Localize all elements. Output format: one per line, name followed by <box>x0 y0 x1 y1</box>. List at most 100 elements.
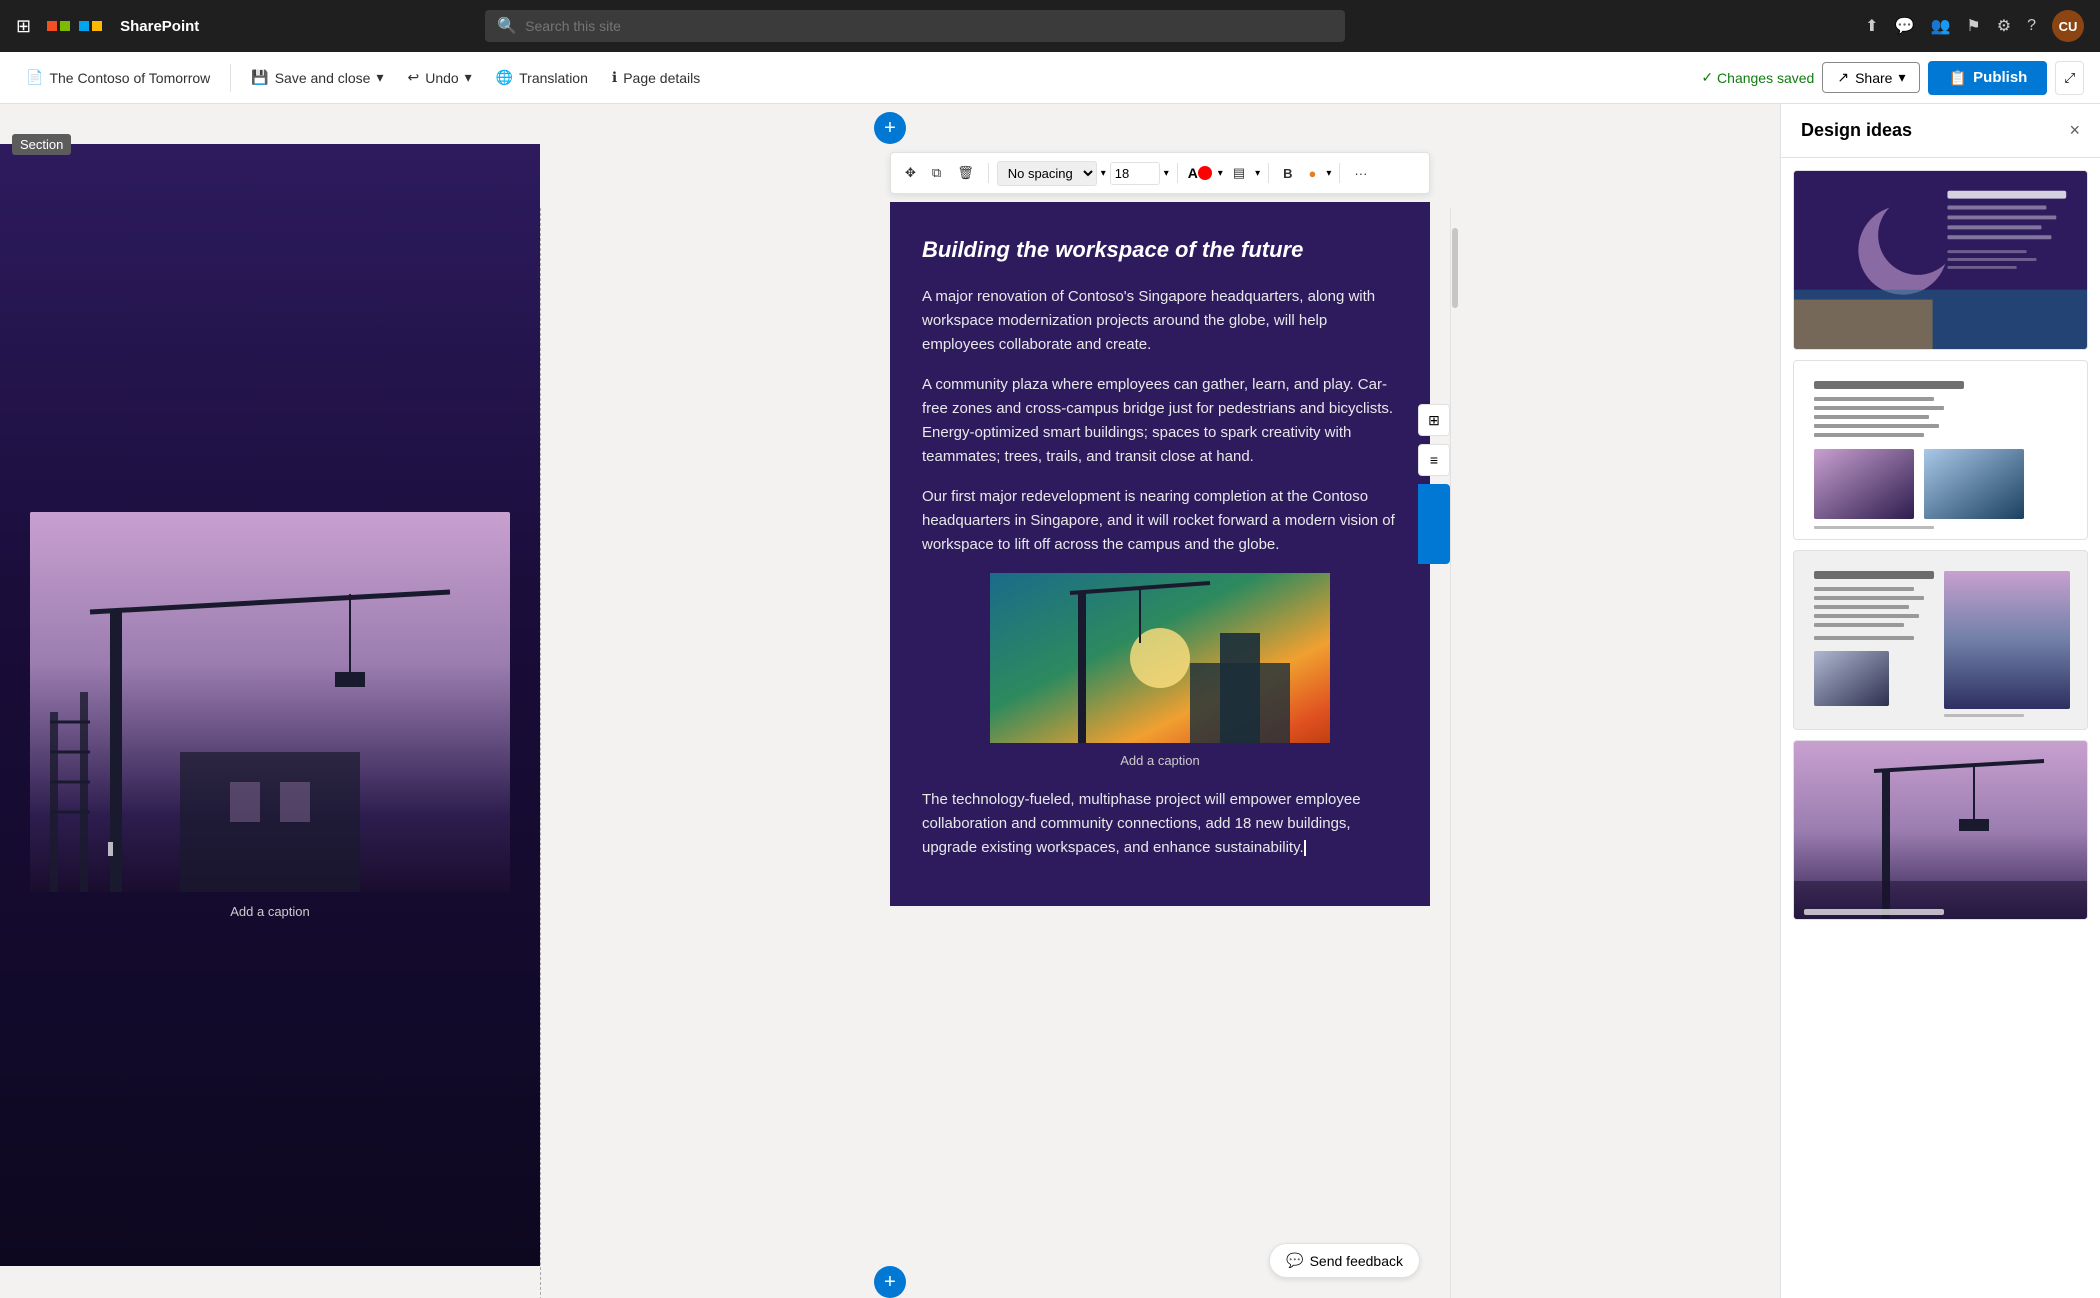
format-sep-4 <box>1339 163 1340 183</box>
size-dropdown-icon: ▾ <box>1164 168 1169 179</box>
search-icon: 🔍 <box>497 16 517 36</box>
editor-para-1: A major renovation of Contoso's Singapor… <box>922 285 1398 357</box>
left-image-caption[interactable]: Add a caption <box>230 904 310 919</box>
scroll-thumb[interactable] <box>1452 228 1458 308</box>
section-label: Section <box>12 134 71 155</box>
text-editor-wrapper: ✥ ⧉ 🗑 No spacing ▾ ▾ A ▾ <box>540 144 1780 1266</box>
page-details-button[interactable]: ℹ Page details <box>602 63 710 92</box>
design-ideas-tab[interactable] <box>1418 484 1450 564</box>
construction-image <box>30 512 510 892</box>
move-tool-button[interactable]: ✥ <box>899 161 922 185</box>
chat-icon[interactable]: 💬 <box>1895 16 1915 36</box>
send-feedback-button[interactable]: 💬 Send feedback <box>1269 1243 1420 1278</box>
page-icon: 📄 <box>26 69 43 86</box>
top-navigation: ⊞ SharePoint 🔍 ⬆ 💬 👥 ⚑ ⚙ ? CU <box>0 0 2100 52</box>
search-input[interactable] <box>525 18 1333 34</box>
scroll-track[interactable] <box>1450 208 1458 1298</box>
search-bar[interactable]: 🔍 <box>485 10 1345 42</box>
save-close-button[interactable]: 💾 Save and close ▾ <box>241 63 393 92</box>
inner-image-caption[interactable]: Add a caption <box>1120 751 1200 772</box>
font-color-A: A <box>1188 165 1198 181</box>
info-icon: ℹ <box>612 69 617 86</box>
publish-icon: 📋 <box>1948 69 1967 87</box>
people-icon[interactable]: 👥 <box>1930 16 1950 36</box>
font-size-input[interactable] <box>1110 162 1160 185</box>
canvas-area: Section + <box>0 104 1780 1298</box>
waffle-icon[interactable]: ⊞ <box>16 16 31 37</box>
page-name-item[interactable]: 📄 The Contoso of Tomorrow <box>16 63 220 92</box>
undo-label: Undo <box>425 70 458 86</box>
panel-content <box>1781 158 2100 1298</box>
color-indicator <box>1198 166 1212 180</box>
save-icon: 💾 <box>251 69 268 86</box>
main-area: Section + <box>0 104 2100 1298</box>
font-color-dropdown: ▾ <box>1218 168 1223 179</box>
app-name: SharePoint <box>120 18 199 35</box>
panel-title: Design ideas <box>1801 120 1912 141</box>
share-button[interactable]: ↗ Share ▾ <box>1822 62 1920 93</box>
top-nav-actions: ⬆ 💬 👥 ⚑ ⚙ ? CU <box>1865 10 2084 42</box>
design-idea-card-2[interactable] <box>1793 360 2088 540</box>
editor-para-2: A community plaza where employees can ga… <box>922 373 1398 469</box>
share-icon[interactable]: ⬆ <box>1865 16 1878 36</box>
text-cursor <box>1304 840 1306 856</box>
panel-header: Design ideas × <box>1781 104 2100 158</box>
design-idea-card-1[interactable] <box>1793 170 2088 350</box>
format-sep-3 <box>1268 163 1269 183</box>
translation-label: Translation <box>519 70 588 86</box>
copy-button[interactable]: ⧉ <box>926 161 947 185</box>
check-icon: ✓ <box>1701 69 1713 86</box>
publish-button[interactable]: 📋 Publish <box>1928 61 2047 95</box>
undo-button[interactable]: ↩ Undo ▾ <box>397 63 481 92</box>
editor-para-4: The technology-fueled, multiphase projec… <box>922 788 1398 860</box>
collapse-button[interactable]: ⤢ <box>2055 61 2084 95</box>
share-dropdown-icon: ▾ <box>1898 69 1905 86</box>
emoji-button[interactable]: ● <box>1303 162 1323 185</box>
microsoft-logo <box>47 21 102 31</box>
font-color-button[interactable]: A <box>1186 159 1214 187</box>
changes-saved-label: Changes saved <box>1717 70 1814 86</box>
style-select[interactable]: No spacing <box>997 161 1097 186</box>
feedback-icon: 💬 <box>1286 1252 1303 1269</box>
more-options-button[interactable]: ··· <box>1348 162 1373 185</box>
save-close-dropdown-icon: ▾ <box>376 69 383 86</box>
add-section-bottom-button[interactable]: + <box>874 1266 906 1298</box>
right-panel-toggle-1[interactable]: ⊞ <box>1418 404 1450 436</box>
toolbar: 📄 The Contoso of Tomorrow 💾 Save and clo… <box>0 52 2100 104</box>
page-name-label: The Contoso of Tomorrow <box>49 70 210 86</box>
inner-image-container: Add a caption <box>922 573 1398 772</box>
flag-icon[interactable]: ⚑ <box>1966 16 1980 36</box>
panel-close-button[interactable]: × <box>2069 120 2080 141</box>
text-editor-content[interactable]: Building the workspace of the future A m… <box>890 202 1430 906</box>
format-toolbar: ✥ ⧉ 🗑 No spacing ▾ ▾ A ▾ <box>890 152 1430 194</box>
inner-construction-image <box>990 573 1330 743</box>
bold-button[interactable]: B <box>1277 162 1298 185</box>
format-sep-1 <box>988 163 989 183</box>
left-image-column: Add a caption <box>0 144 540 1266</box>
add-section-top-button[interactable]: + <box>874 112 906 144</box>
translation-icon: 🌐 <box>496 69 513 86</box>
undo-dropdown-icon: ▾ <box>465 69 472 86</box>
design-idea-card-4[interactable] <box>1793 740 2088 920</box>
settings-icon[interactable]: ⚙ <box>1997 16 2011 36</box>
style-dropdown-icon: ▾ <box>1101 168 1106 179</box>
highlight-button[interactable]: ▤ <box>1227 161 1251 185</box>
save-close-label: Save and close <box>275 70 371 86</box>
changes-saved-status: ✓ Changes saved <box>1701 69 1814 86</box>
toolbar-right: ✓ Changes saved ↗ Share ▾ 📋 Publish ⤢ <box>1701 61 2084 95</box>
translation-button[interactable]: 🌐 Translation <box>486 63 598 92</box>
undo-icon: ↩ <box>407 69 419 86</box>
avatar[interactable]: CU <box>2052 10 2084 42</box>
format-sep-2 <box>1177 163 1178 183</box>
design-idea-card-3[interactable] <box>1793 550 2088 730</box>
publish-label: Publish <box>1973 69 2027 86</box>
share-button-label: Share <box>1855 70 1892 86</box>
delete-button[interactable]: 🗑 <box>951 161 980 185</box>
page-details-label: Page details <box>623 70 700 86</box>
help-icon[interactable]: ? <box>2027 17 2036 35</box>
right-panel-toggle-2[interactable]: ≡ <box>1418 444 1450 476</box>
highlight-dropdown: ▾ <box>1255 168 1260 179</box>
send-feedback-label: Send feedback <box>1310 1253 1403 1269</box>
collapse-icon: ⤢ <box>2064 70 2075 85</box>
editor-title: Building the workspace of the future <box>922 232 1398 267</box>
